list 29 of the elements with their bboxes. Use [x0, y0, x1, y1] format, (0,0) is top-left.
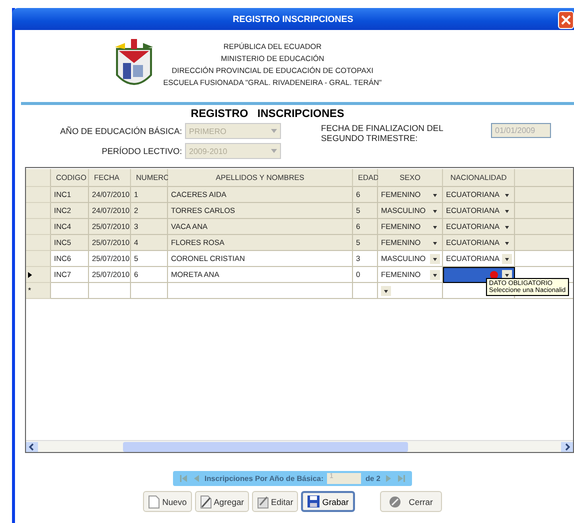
pencil-page-icon — [200, 494, 212, 508]
row-header[interactable] — [26, 267, 51, 283]
cancel-icon — [388, 496, 401, 508]
window-title: REGISTRO INSCRIPCIONES — [232, 14, 354, 24]
field-label: FECHA DE FINALIZACION DEL SEGUNDO TRIMESTRE: — [321, 123, 444, 144]
scroll-left-icon[interactable] — [26, 442, 38, 452]
scroll-right-icon[interactable] — [561, 442, 573, 452]
table-cell — [131, 283, 168, 299]
table-cell — [515, 203, 573, 219]
table-cell — [51, 283, 89, 299]
form-title: REGISTRO INSCRIPCIONES — [190, 108, 346, 120]
table-cell — [89, 283, 131, 299]
new-row-marker: * — [26, 283, 51, 299]
table-cell — [515, 219, 573, 235]
new-button[interactable]: Nuevo — [143, 491, 192, 512]
edit-button[interactable]: Editar — [252, 491, 298, 512]
table-cell — [515, 187, 573, 203]
field-label: AÑO DE EDUCACIÓN BÁSICA: — [60, 126, 182, 136]
close-button[interactable] — [558, 11, 574, 29]
blank-page-icon — [148, 494, 160, 508]
row-header — [26, 169, 51, 187]
edit-icon — [257, 494, 270, 508]
scroll-thumb[interactable] — [123, 442, 408, 452]
close-button[interactable]: Cerrar — [380, 491, 442, 512]
horizontal-scrollbar[interactable] — [26, 440, 573, 452]
field-label: PERÍODO LECTIVO: — [102, 146, 182, 156]
table-cell — [515, 235, 573, 251]
add-button[interactable]: Agregar — [194, 491, 250, 512]
save-button[interactable]: Grabar — [301, 491, 355, 512]
